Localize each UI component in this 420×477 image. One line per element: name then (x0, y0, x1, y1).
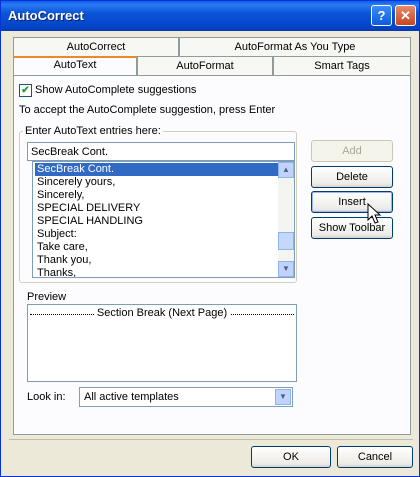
tab-autoformat[interactable]: AutoFormat (137, 56, 273, 75)
help-icon: ? (377, 8, 386, 23)
help-button[interactable]: ? (371, 5, 392, 26)
list-item[interactable]: Take care, (35, 241, 279, 254)
scroll-thumb[interactable] (278, 232, 294, 250)
list-item[interactable]: SecBreak Cont. (35, 163, 279, 176)
tab-row-back: AutoCorrect AutoFormat As You Type (13, 37, 411, 56)
list-scrollbar[interactable]: ▲ ▼ (278, 162, 294, 277)
cancel-button[interactable]: Cancel (337, 446, 413, 468)
preview-box: Section Break (Next Page) (27, 304, 297, 382)
look-in-label: Look in: (27, 391, 66, 403)
list-item[interactable]: Thank you, (35, 254, 279, 267)
list-item[interactable]: Sincerely yours, (35, 176, 279, 189)
look-in-value: All active templates (84, 391, 179, 403)
tab-row-front: AutoText AutoFormat Smart Tags (13, 56, 411, 75)
close-icon: ✕ (400, 7, 411, 23)
scroll-down-button[interactable]: ▼ (278, 261, 294, 277)
autotext-entry-input[interactable]: SecBreak Cont. (27, 142, 295, 161)
preview-text: Section Break (Next Page) (93, 307, 231, 319)
chevron-down-icon: ▼ (279, 392, 287, 401)
tab-autotext[interactable]: AutoText (13, 56, 137, 75)
instruction-text: To accept the AutoComplete suggestion, p… (19, 104, 276, 116)
dropdown-arrow-button[interactable]: ▼ (275, 389, 291, 405)
preview-label: Preview (27, 291, 67, 303)
mouse-pointer-icon (367, 203, 381, 224)
ok-button[interactable]: OK (251, 446, 331, 468)
show-suggestions-checkbox[interactable]: ✔ (19, 84, 32, 97)
up-arrow-icon: ▲ (282, 165, 290, 174)
autocorrect-dialog: AutoCorrect ? ✕ AutoCorrect AutoFormat A… (0, 0, 420, 477)
tab-autocorrect[interactable]: AutoCorrect (13, 37, 179, 56)
footer-separator (9, 439, 413, 440)
down-arrow-icon: ▼ (282, 264, 290, 273)
add-button[interactable]: Add (311, 140, 393, 162)
entries-label: Enter AutoText entries here: (23, 125, 163, 137)
tab-autoformat-as-you-type[interactable]: AutoFormat As You Type (179, 37, 411, 56)
list-item[interactable]: Thanks, (35, 267, 279, 277)
autotext-entries-list[interactable]: SecBreak Cont. Sincerely yours, Sincerel… (32, 161, 295, 278)
scroll-up-button[interactable]: ▲ (278, 162, 294, 178)
dialog-title: AutoCorrect (8, 8, 84, 23)
list-item[interactable]: SPECIAL HANDLING (35, 215, 279, 228)
close-button[interactable]: ✕ (395, 5, 416, 26)
checkmark-icon: ✔ (21, 85, 30, 96)
delete-button[interactable]: Delete (311, 166, 393, 188)
autotext-entry-value: SecBreak Cont. (31, 146, 109, 158)
look-in-select[interactable]: All active templates ▼ (79, 387, 293, 407)
list-item[interactable]: SPECIAL DELIVERY (35, 202, 279, 215)
list-item[interactable]: Subject: (35, 228, 279, 241)
show-suggestions-label[interactable]: Show AutoComplete suggestions (35, 84, 196, 96)
tab-smart-tags[interactable]: Smart Tags (273, 56, 411, 75)
title-bar[interactable]: AutoCorrect ? ✕ (1, 1, 419, 31)
list-item[interactable]: Sincerely, (35, 189, 279, 202)
